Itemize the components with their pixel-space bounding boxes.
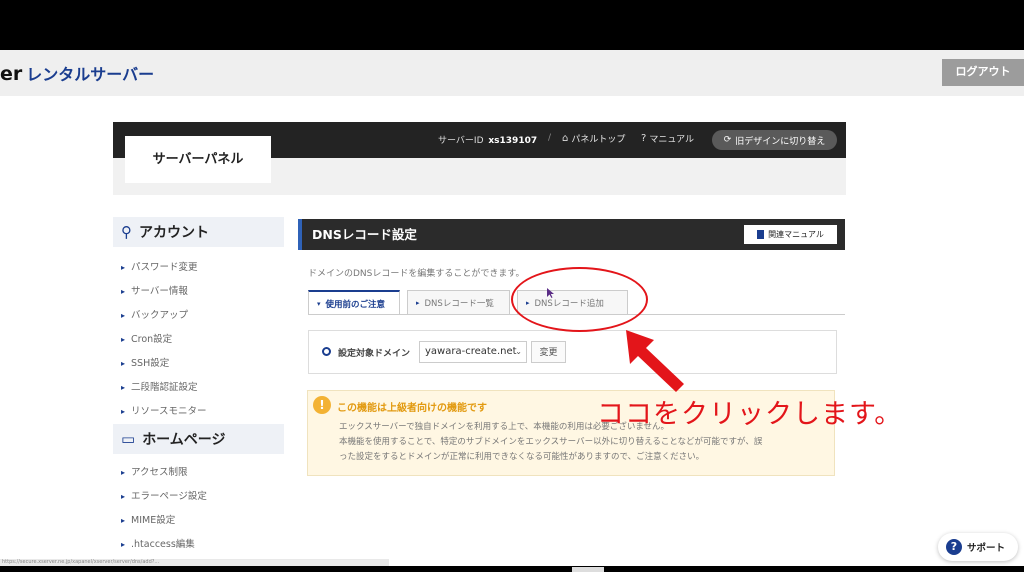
server-id: サーバーID xs139107 <box>438 133 537 146</box>
chevron-right-icon: ▸ <box>416 298 420 307</box>
domain-select[interactable]: yawara-create.net ⌄ <box>419 341 527 363</box>
section-description: ドメインのDNSレコードを編集することができます。 <box>308 269 525 279</box>
support-button[interactable]: ? サポート <box>938 533 1018 561</box>
sidebar-item-htaccess[interactable]: .htaccess編集 <box>121 536 195 550</box>
tab-precautions[interactable]: ▾ 使用前のご注意 <box>308 290 400 315</box>
radio-indicator <box>322 347 331 356</box>
support-label: サポート <box>967 543 1006 554</box>
sidebar-heading-account: ⚲ アカウント <box>113 217 284 247</box>
manual-label: マニュアル <box>649 135 695 145</box>
chevron-down-icon: ⌄ <box>515 347 522 356</box>
site-header: er レンタルサーバー ログアウト <box>0 50 1024 96</box>
sidebar-item-two-factor[interactable]: 二段階認証設定 <box>121 379 198 393</box>
notice-title: この機能は上級者向けの機能です <box>337 403 487 414</box>
warning-icon: ! <box>313 396 331 414</box>
redesign-toggle-button[interactable]: ⟳ 旧デザインに切り替え <box>712 130 837 150</box>
video-bottom-bar <box>0 566 1024 572</box>
panel-top-link[interactable]: ⌂ パネルトップ <box>562 132 625 145</box>
header-separator: / <box>548 133 552 143</box>
browser-status-bar: https://secure.xserver.ne.jp/xapanel/xse… <box>0 559 389 566</box>
server-id-value: xs139107 <box>488 136 538 146</box>
chevron-down-icon: ▾ <box>317 299 321 308</box>
sidebar-heading-label: アカウント <box>139 225 209 241</box>
tab-dns-record-list[interactable]: ▸ DNSレコード一覧 <box>407 290 510 314</box>
annotation-circle <box>511 267 648 332</box>
question-icon: ? <box>946 539 962 555</box>
sidebar-item-password[interactable]: パスワード変更 <box>121 259 198 273</box>
domain-label: 設定対象ドメイン <box>338 349 411 359</box>
sidebar-item-resource-monitor[interactable]: リソースモニター <box>121 403 207 417</box>
related-manual-button[interactable]: 関連マニュアル <box>744 225 837 244</box>
mouse-cursor-icon <box>547 288 554 298</box>
annotation-arrow-icon <box>626 330 684 392</box>
sidebar-item-backup[interactable]: バックアップ <box>121 307 188 321</box>
user-icon: ⚲ <box>121 223 132 241</box>
tab-label: DNSレコード一覧 <box>424 298 494 309</box>
question-circle-icon: ? <box>641 133 647 144</box>
panel-top-label: パネルトップ <box>571 135 626 145</box>
sidebar-heading-homepage: ▭ ホームページ <box>113 424 284 454</box>
sidebar-item-error-page[interactable]: エラーページ設定 <box>121 488 207 502</box>
domain-select-value: yawara-create.net <box>425 346 517 357</box>
refresh-icon: ⟳ <box>723 135 732 145</box>
sidebar-item-mime[interactable]: MIME設定 <box>121 512 175 526</box>
sidebar-item-access-limit[interactable]: アクセス制限 <box>121 464 188 478</box>
related-manual-label: 関連マニュアル <box>768 230 824 239</box>
video-progress-marker <box>572 567 604 572</box>
window-icon: ▭ <box>121 430 136 448</box>
redesign-label: 旧デザインに切り替え <box>735 136 826 147</box>
brand-subtitle: レンタルサーバー <box>26 65 155 84</box>
sidebar-item-server-info[interactable]: サーバー情報 <box>121 283 188 297</box>
notice-line: った設定をするとドメインが正常に利用できなくなる可能性がありますので、ご注意くだ… <box>339 452 705 462</box>
video-top-bar <box>0 0 1024 50</box>
sidebar-item-ssh[interactable]: SSH設定 <box>121 355 169 369</box>
sidebar-heading-label: ホームページ <box>142 432 226 448</box>
tab-label: 使用前のご注意 <box>325 299 386 310</box>
brand-prefix: er <box>0 63 23 85</box>
book-icon <box>757 230 765 239</box>
browser-viewport: er レンタルサーバー ログアウト サーバーパネル サーバーID xs139107… <box>0 50 1024 566</box>
home-icon: ⌂ <box>562 133 569 144</box>
brand-logo[interactable]: er レンタルサーバー <box>0 61 154 85</box>
panel-title[interactable]: サーバーパネル <box>125 136 271 183</box>
notice-line: 本機能を使用することで、特定のサブドメインをエックスサーバー以外に切り替えること… <box>339 437 763 447</box>
sidebar-item-cron[interactable]: Cron設定 <box>121 331 172 345</box>
server-id-label: サーバーID <box>438 136 484 146</box>
change-domain-button[interactable]: 変更 <box>531 341 566 363</box>
logout-button[interactable]: ログアウト <box>942 59 1024 86</box>
manual-link[interactable]: ? マニュアル <box>641 132 694 145</box>
annotation-callout: ココをクリックします。 <box>597 399 903 430</box>
